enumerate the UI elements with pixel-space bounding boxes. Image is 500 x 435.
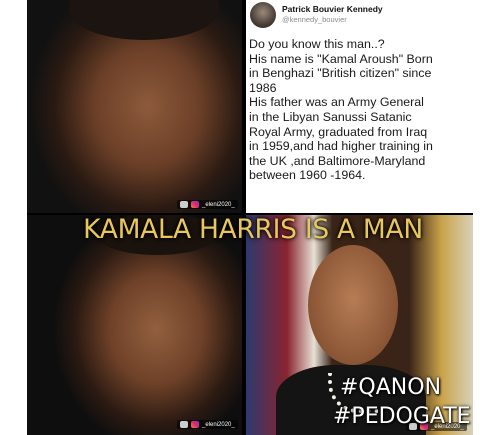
tweet-line: in the Libyan Sanussi Satanic	[249, 109, 412, 124]
repost-watermark: _eleni2020_	[177, 420, 238, 429]
photo-man-bottom-left: _eleni2020_	[27, 215, 242, 435]
photo-woman-bottom-right: _eleni2020_	[246, 215, 473, 435]
watermark-text: _eleni2020_	[202, 421, 235, 428]
tweet-line: Royal Army, graduated from Iraq	[249, 124, 428, 139]
tweet-body: Do you know this man..? His name is "Kam…	[249, 37, 471, 183]
hashtag-pedogate: #PEDOGATE	[333, 404, 471, 429]
tweet-line: the UK ,and Baltimore-Maryland	[249, 153, 426, 168]
instagram-icon	[191, 421, 199, 428]
repost-icon	[180, 201, 188, 208]
hashtag-qanon: #QANON	[340, 375, 442, 400]
face	[308, 245, 398, 365]
repost-icon	[180, 421, 188, 428]
tweet-line: in Benghazi "British citizen" since	[249, 66, 432, 81]
headline-overlay: KAMALA HARRIS IS A MAN	[83, 214, 423, 245]
instagram-icon	[191, 201, 199, 208]
photo-man-top-left: _eleni2020_	[27, 0, 242, 213]
tweet-line: in 1959,and had higher training in	[249, 139, 433, 154]
watermark-text: _eleni2020_	[202, 201, 235, 208]
avatar	[250, 2, 276, 28]
hair	[69, 0, 219, 40]
tweet-line: between 1960 -1964.	[249, 168, 366, 183]
tweet-line: Do you know this man..?	[249, 37, 385, 51]
tweet-author-handle: @kennedy_bouvier	[282, 15, 347, 24]
repost-watermark: _eleni2020_	[177, 200, 238, 209]
tweet-author-name: Patrick Bouvier Kennedy	[282, 4, 383, 14]
tweet-line: His father was an Army General	[249, 95, 424, 110]
tweet-line: His name is "Kamal Aroush" Born	[249, 51, 433, 66]
tweet-card: Patrick Bouvier Kennedy @kennedy_bouvier…	[246, 0, 473, 213]
tweet-line: 1986	[249, 80, 277, 95]
